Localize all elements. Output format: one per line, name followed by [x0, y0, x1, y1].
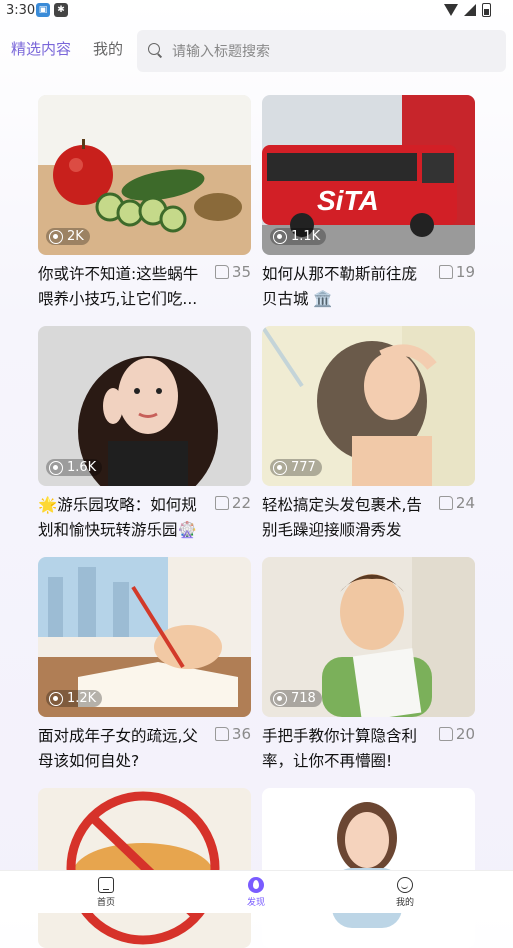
article-card[interactable]: 1.2K 面对成年子女的疏远,父母该如何自处? 36 — [38, 557, 251, 770]
view-count-badge: 777 — [270, 459, 322, 476]
svg-text:SiTA: SiTA — [317, 185, 379, 216]
search-icon — [148, 43, 164, 59]
view-count-badge: 1.6K — [46, 459, 103, 476]
status-time: 3:30 — [6, 3, 36, 18]
article-thumbnail[interactable]: 1.6K — [38, 326, 251, 486]
article-thumbnail[interactable] — [38, 788, 251, 948]
like-button[interactable]: 19 — [438, 262, 475, 282]
view-count: 2K — [67, 229, 84, 244]
article-title: 🌟游乐园攻略：如何规划和愉快玩转游乐园🎡 — [38, 496, 197, 539]
nav-home-label: 首页 — [96, 898, 115, 908]
thumbs-up-icon — [438, 727, 453, 741]
signal-icon — [464, 4, 476, 16]
view-count: 1.1K — [291, 229, 321, 244]
status-right-icons — [444, 3, 491, 17]
like-button[interactable]: 22 — [214, 493, 251, 513]
like-count: 35 — [231, 263, 251, 281]
article-thumbnail[interactable]: 2K — [38, 95, 251, 255]
thumbs-up-icon — [214, 265, 229, 279]
like-count: 22 — [231, 494, 251, 512]
thumbs-up-icon — [438, 265, 453, 279]
eye-icon — [273, 691, 287, 706]
thumbs-up-icon — [214, 727, 229, 741]
nav-home[interactable]: 首页 — [76, 877, 136, 908]
status-notification-icons: ▣ ✱ — [36, 3, 68, 17]
article-title: 轻松搞定头发包裹术,告别毛躁迎接顺滑秀发 — [262, 496, 422, 539]
battery-icon — [482, 3, 491, 17]
illustrated-woman-image — [262, 788, 475, 948]
me-icon — [397, 877, 413, 893]
no-pizza-image — [38, 788, 251, 948]
view-count-badge: 1.2K — [46, 690, 103, 707]
like-button[interactable]: 20 — [438, 724, 475, 744]
thumbs-up-icon — [438, 496, 453, 510]
discover-icon — [248, 877, 264, 893]
article-card[interactable]: SiTA 1.1K 如何从那不勒斯前往庞贝古城 🏛️ 19 — [262, 95, 475, 308]
eye-icon — [49, 229, 63, 244]
article-card[interactable] — [38, 788, 251, 948]
article-card[interactable]: 718 手把手教你计算隐含利率，让你不再懵圈! 20 — [262, 557, 475, 770]
bottom-nav: 首页 发现 我的 — [0, 870, 513, 913]
like-button[interactable]: 24 — [438, 493, 475, 513]
like-count: 20 — [455, 725, 475, 743]
thumbs-up-icon — [214, 496, 229, 510]
wifi-icon — [444, 4, 458, 16]
top-tabs: 精选内容 我的 — [11, 38, 123, 59]
article-thumbnail[interactable] — [262, 788, 475, 948]
search-placeholder: 请输入标题搜索 — [172, 44, 270, 60]
article-card[interactable] — [262, 788, 475, 948]
tab-featured[interactable]: 精选内容 — [11, 38, 71, 59]
nav-discover[interactable]: 发现 — [226, 877, 286, 908]
tab-mine[interactable]: 我的 — [93, 38, 123, 59]
eye-icon — [273, 460, 287, 475]
nav-me[interactable]: 我的 — [375, 877, 435, 908]
like-count: 24 — [455, 494, 475, 512]
view-count-badge: 718 — [270, 690, 322, 707]
article-thumbnail[interactable]: 718 — [262, 557, 475, 717]
view-count: 1.6K — [67, 460, 97, 475]
like-button[interactable]: 36 — [214, 724, 251, 744]
nav-me-label: 我的 — [395, 898, 414, 908]
like-button[interactable]: 35 — [214, 262, 251, 282]
eye-icon — [49, 691, 63, 706]
article-thumbnail[interactable]: 1.2K — [38, 557, 251, 717]
view-count: 1.2K — [67, 691, 97, 706]
view-count-badge: 2K — [46, 228, 90, 245]
article-title: 面对成年子女的疏远,父母该如何自处? — [38, 727, 198, 770]
article-title: 手把手教你计算隐含利率，让你不再懵圈! — [262, 727, 418, 770]
status-bar: 3:30 ▣ ✱ — [0, 0, 513, 22]
article-thumbnail[interactable]: SiTA 1.1K — [262, 95, 475, 255]
article-title: 如何从那不勒斯前往庞贝古城 🏛️ — [262, 265, 418, 308]
article-title: 你或许不知道:这些蜗牛喂养小技巧,让它们吃... — [38, 265, 199, 308]
like-count: 19 — [455, 263, 475, 281]
like-count: 36 — [231, 725, 251, 743]
view-count: 777 — [291, 460, 316, 475]
search-input[interactable]: 请输入标题搜索 — [137, 30, 506, 72]
article-card[interactable]: 1.6K 🌟游乐园攻略：如何规划和愉快玩转游乐园🎡 22 — [38, 326, 251, 539]
article-card[interactable]: 2K 你或许不知道:这些蜗牛喂养小技巧,让它们吃... 35 — [38, 95, 251, 308]
bug-notification-icon: ✱ — [54, 3, 68, 17]
view-count: 718 — [291, 691, 316, 706]
eye-icon — [273, 229, 287, 244]
article-thumbnail[interactable]: 777 — [262, 326, 475, 486]
app-notification-icon: ▣ — [36, 3, 50, 17]
home-icon — [98, 877, 114, 893]
nav-discover-label: 发现 — [246, 898, 265, 908]
article-card[interactable]: 777 轻松搞定头发包裹术,告别毛躁迎接顺滑秀发 24 — [262, 326, 475, 539]
view-count-badge: 1.1K — [270, 228, 327, 245]
eye-icon — [49, 460, 63, 475]
